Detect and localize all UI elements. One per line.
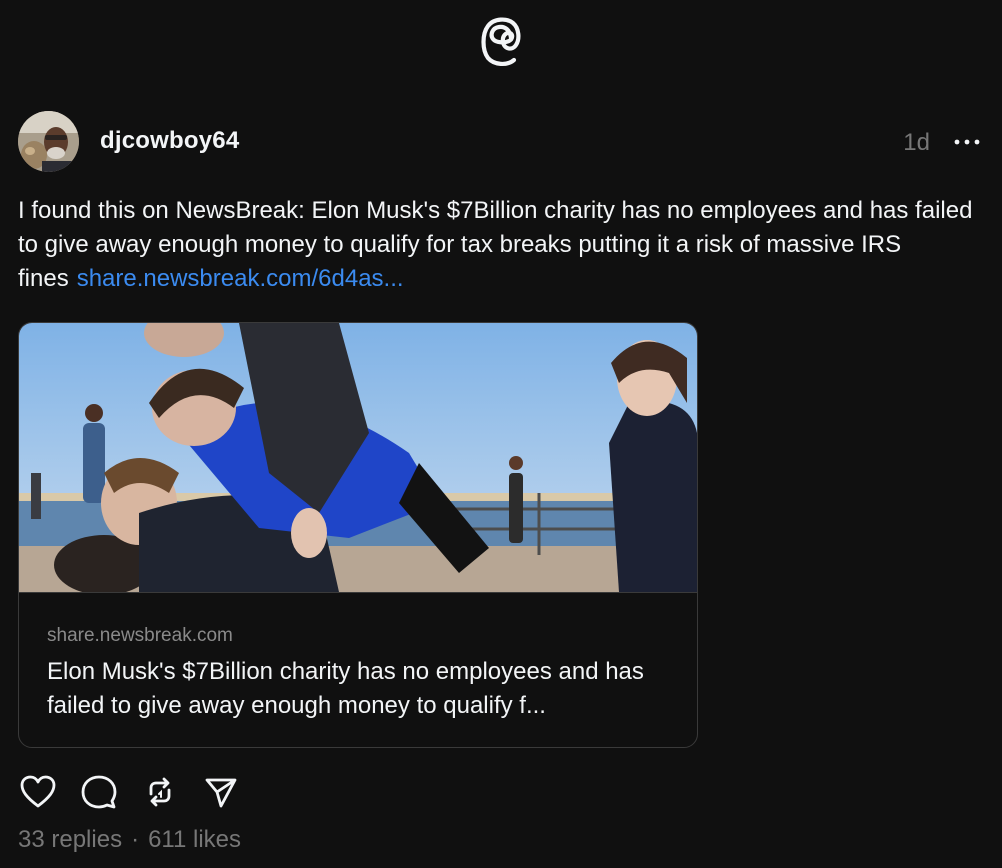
link-preview-card[interactable]: share.newsbreak.com Elon Musk's $7Billio…	[18, 322, 698, 748]
threads-logo-icon[interactable]	[478, 14, 526, 70]
send-icon	[205, 778, 237, 808]
like-button[interactable]	[18, 772, 58, 812]
stats-separator: ·	[131, 826, 140, 853]
share-button[interactable]	[201, 772, 241, 812]
heart-icon	[20, 775, 56, 808]
replies-count[interactable]: 33 replies	[18, 826, 122, 853]
comment-icon	[81, 775, 117, 809]
post-timestamp: 1d	[903, 129, 930, 156]
avatar[interactable]	[18, 111, 79, 172]
likes-count[interactable]: 611 likes	[148, 826, 241, 853]
link-preview-title: Elon Musk's $7Billion charity has no emp…	[47, 658, 644, 719]
reply-button[interactable]	[79, 772, 119, 812]
username[interactable]: djcowboy64	[100, 127, 239, 155]
post-actions	[18, 772, 262, 812]
repost-button[interactable]	[140, 772, 180, 812]
more-options-button[interactable]	[950, 127, 984, 157]
post-link[interactable]: share.newsbreak.com/6d4as...	[77, 265, 404, 292]
threads-app: djcowboy64 1d I found this on NewsBreak:…	[0, 0, 1002, 868]
post-header: djcowboy64 1d	[18, 111, 984, 173]
link-preview-domain: share.newsbreak.com	[47, 625, 233, 646]
repost-icon	[149, 777, 171, 807]
post-body: I found this on NewsBreak: Elon Musk's $…	[18, 194, 988, 296]
post-stats: 33 replies · 611 likes	[18, 826, 241, 854]
more-horizontal-icon	[954, 139, 980, 145]
link-preview-image[interactable]	[19, 323, 697, 593]
